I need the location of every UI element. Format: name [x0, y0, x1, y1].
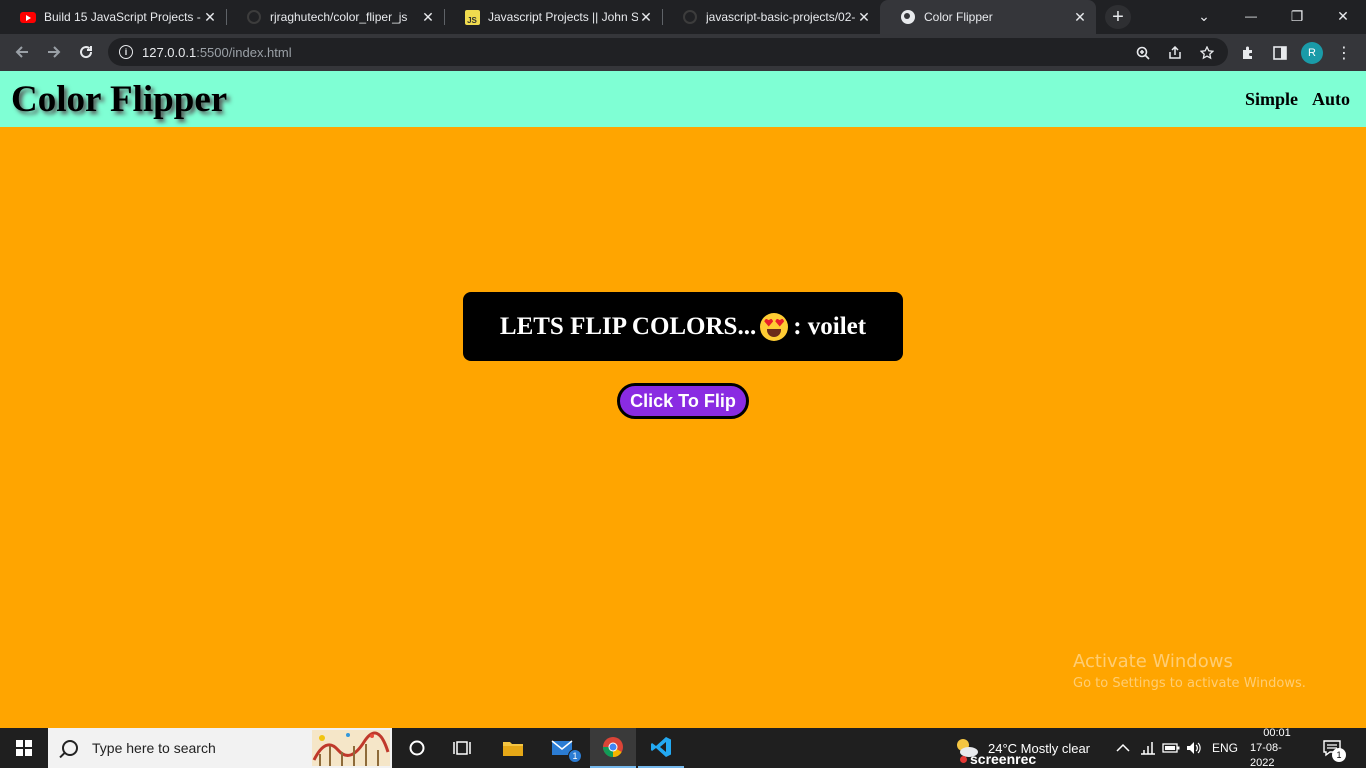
search-placeholder: Type here to search [92, 740, 216, 756]
file-explorer-icon[interactable] [490, 728, 536, 768]
tab-close-icon[interactable]: ✕ [856, 9, 872, 26]
search-icon [62, 740, 78, 756]
notification-center-button[interactable]: 1 [1322, 728, 1346, 768]
mail-badge: 1 [568, 749, 582, 763]
forward-arrow-icon [48, 46, 61, 58]
start-button[interactable] [0, 728, 48, 768]
back-button[interactable] [10, 40, 34, 64]
site-navbar: Color Flipper Simple Auto [0, 71, 1366, 127]
color-name-text: : voilet [793, 312, 867, 340]
tab-javascript-projects[interactable]: JS Javascript Projects || John Sm ✕ [444, 0, 662, 34]
heart-eyes-emoji-icon [760, 312, 789, 341]
nav-link-simple[interactable]: Simple [1245, 89, 1298, 110]
globe-icon [900, 9, 916, 25]
tab-close-icon[interactable]: ✕ [202, 9, 218, 26]
tab-title: rjraghutech/color_fliper_js [270, 10, 408, 24]
extensions-puzzle-icon[interactable] [1238, 43, 1258, 63]
tab-close-icon[interactable]: ✕ [420, 9, 436, 26]
task-view-icon[interactable] [440, 728, 486, 768]
battery-icon[interactable] [1162, 728, 1180, 768]
notification-badge: 1 [1332, 748, 1346, 762]
zoom-icon[interactable] [1134, 44, 1152, 62]
clock-date: 17-08-2022 [1250, 741, 1282, 768]
github-icon [682, 9, 698, 25]
clock[interactable]: 00:01 17-08-2022 [1250, 726, 1304, 768]
windows-taskbar: Type here to search 1 24°C Mostly clear … [0, 726, 1366, 768]
roller-coaster-highlight-icon[interactable] [312, 730, 390, 766]
restore-button[interactable]: ❐ [1274, 0, 1320, 32]
browser-toolbar: i 127.0.0.1:5500/index.html R ⋮ [0, 34, 1366, 71]
windows-logo-icon [16, 740, 32, 756]
youtube-icon [20, 9, 36, 25]
site-info-icon[interactable]: i [119, 45, 133, 59]
site-brand: Color Flipper [11, 79, 228, 120]
cortana-icon[interactable] [394, 728, 440, 768]
taskbar-search-box[interactable]: Type here to search [48, 728, 392, 768]
profile-avatar[interactable]: R [1301, 42, 1323, 64]
click-to-flip-button[interactable]: Click To Flip [617, 383, 749, 419]
watermark-title: Activate Windows [1073, 651, 1233, 672]
language-indicator[interactable]: ENG [1212, 728, 1238, 768]
clock-time: 00:01 [1263, 726, 1291, 739]
chevron-up-icon [1116, 743, 1130, 752]
nav-links: Simple Auto [1245, 89, 1350, 110]
reload-icon [80, 46, 93, 59]
show-hidden-icons-button[interactable] [1116, 728, 1130, 768]
side-panel-icon[interactable] [1270, 43, 1290, 63]
watermark-subtitle: Go to Settings to activate Windows. [1073, 676, 1306, 691]
mail-icon[interactable]: 1 [540, 728, 586, 768]
nav-link-auto[interactable]: Auto [1312, 89, 1350, 110]
tab-color-fliper-repo[interactable]: rjraghutech/color_fliper_js ✕ [226, 0, 444, 34]
tab-basic-projects-repo[interactable]: javascript-basic-projects/02- ✕ [662, 0, 880, 34]
page-body: Color Flipper Simple Auto LETS FLIP COLO… [0, 71, 1366, 728]
screenrec-overlay: screenrec [960, 752, 1036, 766]
volume-icon[interactable] [1186, 728, 1202, 768]
screenrec-label: screenrec [970, 751, 1037, 767]
minimize-button[interactable]: — [1228, 0, 1274, 32]
close-window-button[interactable]: ✕ [1320, 0, 1366, 32]
github-icon [246, 9, 262, 25]
reload-button[interactable] [74, 40, 98, 64]
tab-title: Javascript Projects || John Sm [488, 10, 638, 24]
forward-button[interactable] [42, 40, 66, 64]
share-icon[interactable] [1166, 44, 1184, 62]
tab-close-icon[interactable]: ✕ [1072, 9, 1088, 26]
vscode-taskbar-icon[interactable] [638, 728, 684, 768]
tab-search-button[interactable]: ⌄ [1181, 0, 1227, 32]
record-dot-icon [960, 755, 967, 763]
bookmark-star-icon[interactable] [1198, 44, 1216, 62]
new-tab-button[interactable]: + [1105, 5, 1131, 29]
tab-close-icon[interactable]: ✕ [638, 9, 654, 26]
browser-menu-icon[interactable]: ⋮ [1336, 43, 1352, 63]
network-icon[interactable] [1140, 728, 1156, 768]
tab-title: javascript-basic-projects/02- [706, 10, 856, 24]
color-message-box: LETS FLIP COLORS... : voilet [463, 292, 903, 361]
tab-strip: Build 15 JavaScript Projects - ✕ rjraghu… [0, 0, 1366, 34]
tab-color-flipper[interactable]: Color Flipper ✕ [880, 0, 1096, 34]
tab-title: Build 15 JavaScript Projects - [44, 10, 201, 24]
url-text: 127.0.0.1:5500/index.html [142, 44, 292, 60]
js-icon: JS [464, 9, 480, 25]
tab-title: Color Flipper [924, 10, 993, 24]
chrome-taskbar-icon[interactable] [590, 728, 636, 768]
message-prefix: LETS FLIP COLORS... [499, 312, 757, 340]
tab-build-15-projects[interactable]: Build 15 JavaScript Projects - ✕ [0, 0, 226, 34]
address-bar[interactable]: i 127.0.0.1:5500/index.html [108, 38, 1228, 66]
back-arrow-icon [15, 46, 28, 58]
activate-windows-watermark: Activate Windows Go to Settings to activ… [1073, 651, 1306, 691]
